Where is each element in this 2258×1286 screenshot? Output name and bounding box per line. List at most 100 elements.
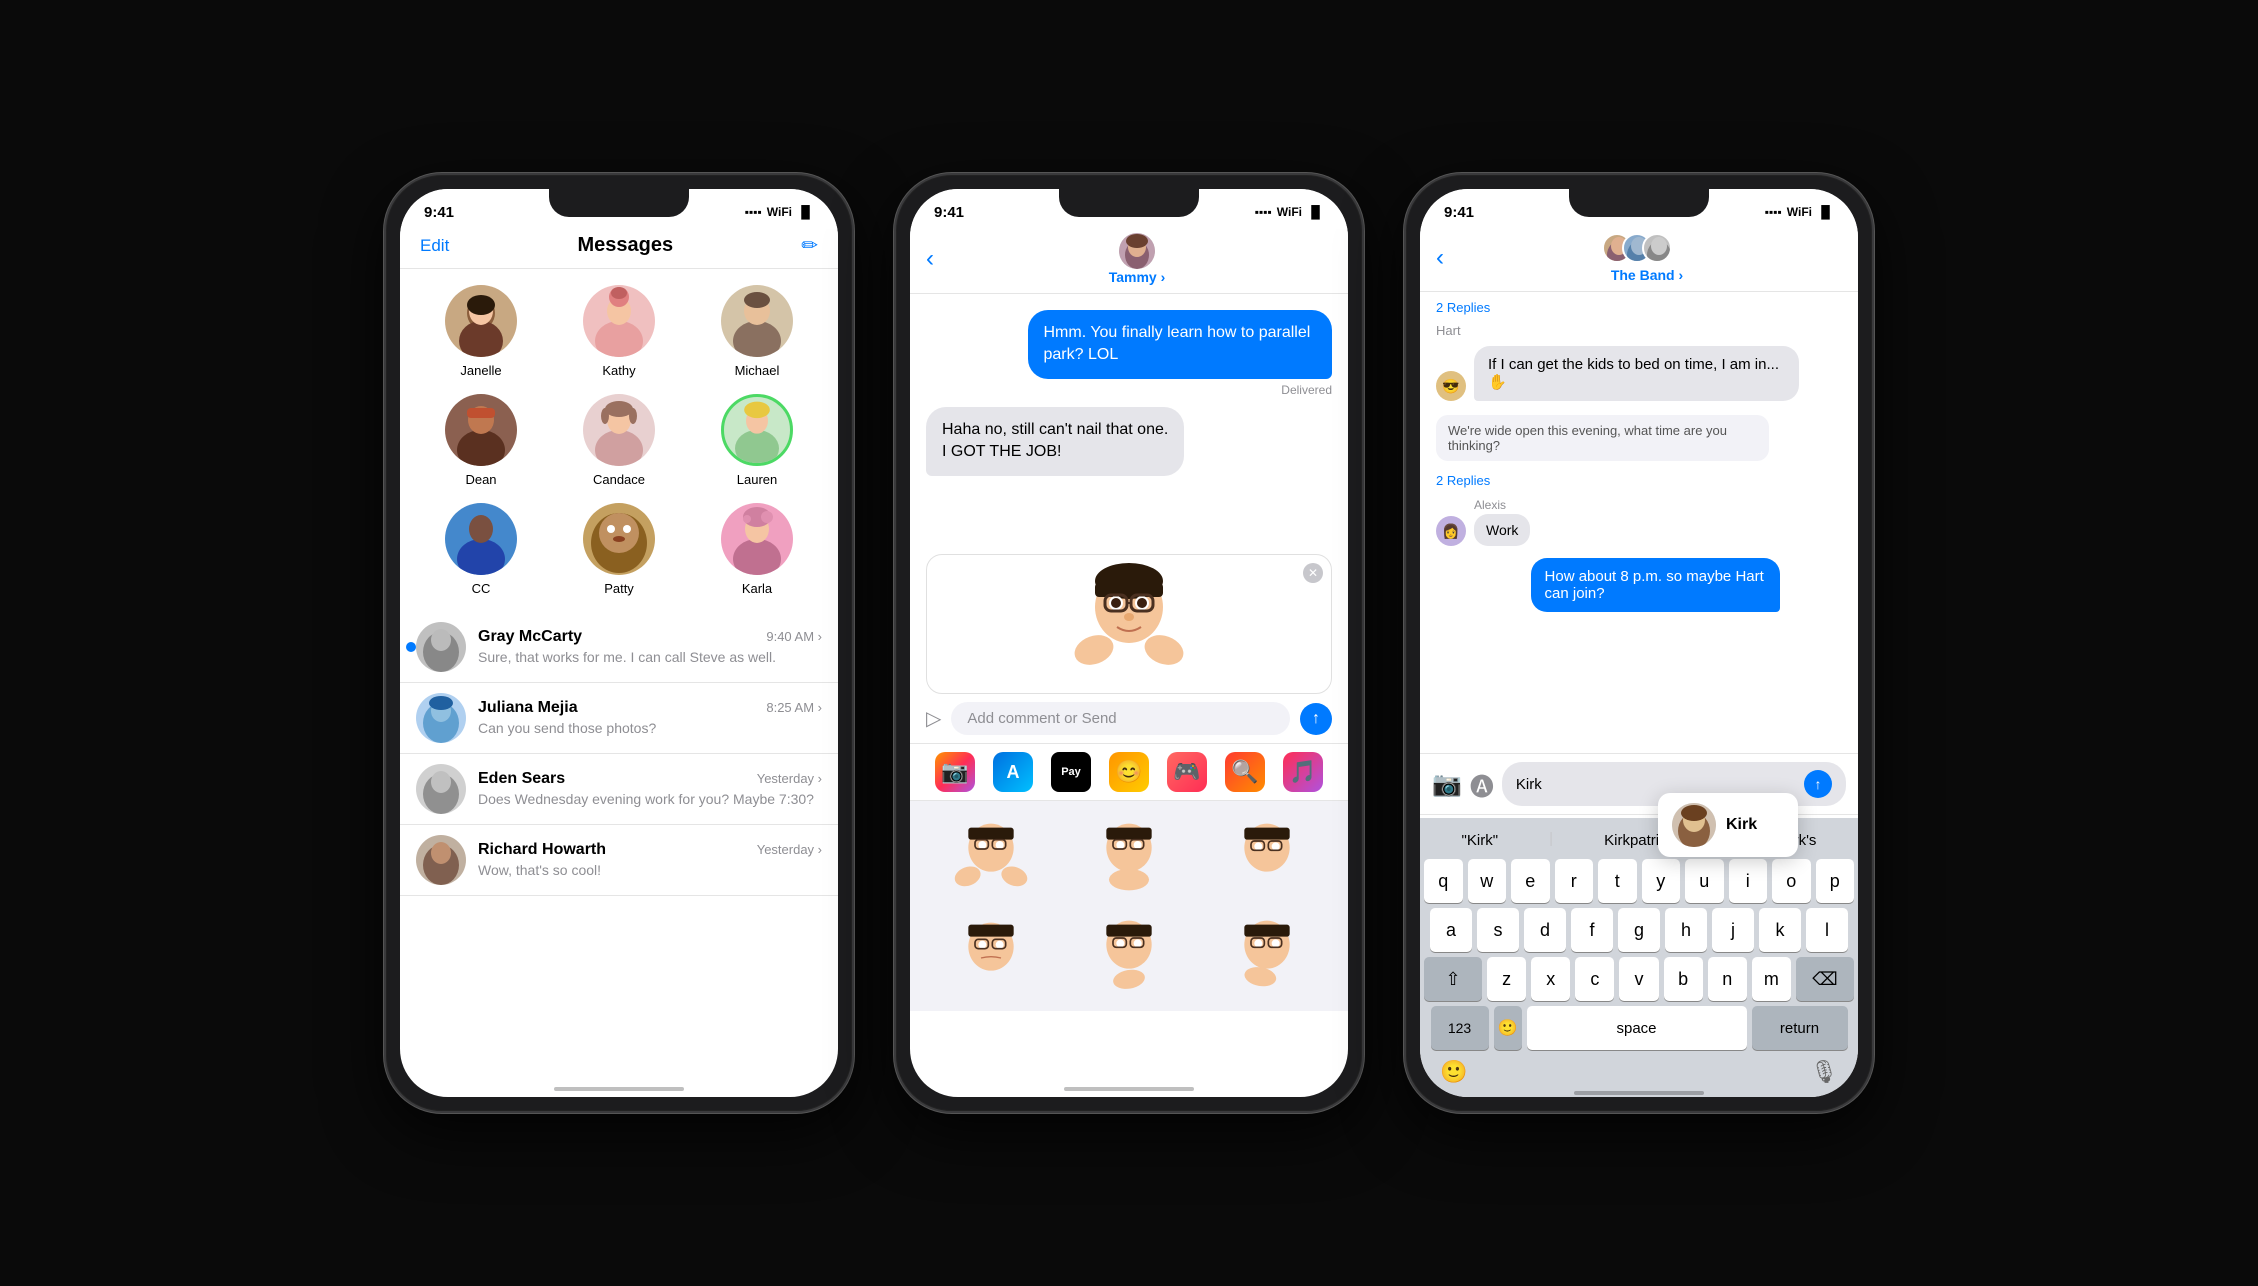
replies-1[interactable]: 2 Replies — [1436, 300, 1842, 315]
memoji-app-icon[interactable]: 😊 — [1109, 752, 1149, 792]
battery-3: ▐▌ — [1817, 205, 1834, 219]
key-e[interactable]: e — [1511, 859, 1550, 903]
key-k[interactable]: k — [1759, 908, 1801, 952]
return-key[interactable]: return — [1752, 1006, 1848, 1050]
phone-1-screen: 9:41 ▪▪▪▪ WiFi ▐▌ Edit Messages ✏ — [400, 189, 838, 1097]
delete-key[interactable]: ⌫ — [1796, 957, 1854, 1001]
msg-item-juliana[interactable]: Juliana Mejia 8:25 AM › Can you send tho… — [400, 683, 838, 754]
compose-button[interactable]: ✏ — [801, 233, 818, 258]
search-app-icon[interactable]: 🔍 — [1225, 752, 1265, 792]
chat-header-center[interactable]: Tammy › — [942, 233, 1332, 285]
msg-item-richard[interactable]: Richard Howarth Yesterday › Wow, that's … — [400, 825, 838, 896]
photos-app-icon[interactable]: 📷 — [935, 752, 975, 792]
back-button-2[interactable]: ‹ — [926, 245, 934, 273]
back-button-3[interactable]: ‹ — [1436, 244, 1444, 272]
contact-karla[interactable]: Karla — [696, 503, 818, 596]
keyboard-3: "Kirk" | Kirkpatrick | Kirk's q w e r t … — [1420, 818, 1858, 1097]
avatar-patty — [583, 503, 655, 575]
mention-name-kirk[interactable]: Kirk — [1726, 816, 1757, 834]
app-bar: 📷 A Pay 😊 🎮 🔍 🎵 — [910, 743, 1348, 801]
replies-2[interactable]: 2 Replies — [1436, 473, 1842, 488]
key-p[interactable]: p — [1816, 859, 1855, 903]
sticker-1[interactable] — [926, 813, 1056, 902]
key-n[interactable]: n — [1708, 957, 1747, 1001]
contact-dean[interactable]: Dean — [420, 394, 542, 487]
keyboard-row-2: a s d f g h j k l — [1424, 908, 1854, 952]
bubble-sent-1: Hmm. You finally learn how to parallel p… — [1028, 310, 1333, 379]
key-j[interactable]: j — [1712, 908, 1754, 952]
key-o[interactable]: o — [1772, 859, 1811, 903]
key-m[interactable]: m — [1752, 957, 1791, 1001]
numbers-key[interactable]: 123 — [1431, 1006, 1489, 1050]
shift-key[interactable]: ⇧ — [1424, 957, 1482, 1001]
autocorrect-1[interactable]: "Kirk" — [1454, 830, 1506, 851]
camera-button-3[interactable]: 📷 — [1432, 770, 1462, 799]
key-f[interactable]: f — [1571, 908, 1613, 952]
apple-pay-icon[interactable]: Pay — [1051, 752, 1091, 792]
contact-candace[interactable]: Candace — [558, 394, 680, 487]
key-x[interactable]: x — [1531, 957, 1570, 1001]
key-w[interactable]: w — [1468, 859, 1507, 903]
key-r[interactable]: r — [1555, 859, 1594, 903]
contact-kathy[interactable]: Kathy — [558, 285, 680, 378]
send-button-2[interactable]: ↑ — [1300, 703, 1332, 735]
signal-3: ▪▪▪▪ — [1765, 205, 1782, 219]
phone-3-screen: 9:41 ▪▪▪▪ WiFi ▐▌ ‹ — [1420, 189, 1858, 1097]
avatar-lauren — [721, 394, 793, 466]
app-store-icon[interactable]: A — [993, 752, 1033, 792]
key-h[interactable]: h — [1665, 908, 1707, 952]
key-y[interactable]: y — [1642, 859, 1681, 903]
key-a[interactable]: a — [1430, 908, 1472, 952]
space-key[interactable]: space — [1527, 1006, 1747, 1050]
contact-name-janelle: Janelle — [460, 363, 501, 378]
sender-alexis: Alexis — [1474, 498, 1530, 512]
key-g[interactable]: g — [1618, 908, 1660, 952]
sticker-4[interactable] — [926, 910, 1056, 999]
avatar-kathy — [583, 285, 655, 357]
expand-button[interactable]: ▷ — [926, 706, 941, 731]
edit-button[interactable]: Edit — [420, 236, 449, 256]
key-c[interactable]: c — [1575, 957, 1614, 1001]
contact-michael[interactable]: Michael — [696, 285, 818, 378]
app-button-3[interactable]: 🅐 — [1470, 767, 1494, 802]
music-app-icon[interactable]: 🎵 — [1283, 752, 1323, 792]
key-l[interactable]: l — [1806, 908, 1848, 952]
sticker-5[interactable] — [1064, 910, 1194, 999]
avatar-michael — [721, 285, 793, 357]
contact-patty[interactable]: Patty — [558, 503, 680, 596]
key-d[interactable]: d — [1524, 908, 1566, 952]
mic-icon[interactable]: 🎙 — [1810, 1059, 1838, 1085]
time-1: 9:41 — [424, 204, 454, 221]
emoji-icon[interactable]: 🙂 — [1440, 1059, 1467, 1085]
msg-time-richard: Yesterday › — [757, 842, 822, 857]
emoji-key[interactable]: 🙂 — [1494, 1006, 1522, 1050]
key-t[interactable]: t — [1598, 859, 1637, 903]
sticker-6[interactable] — [1202, 910, 1332, 999]
contact-lauren[interactable]: Lauren — [696, 394, 818, 487]
close-memoji-button[interactable]: ✕ — [1303, 563, 1323, 583]
key-v[interactable]: v — [1619, 957, 1658, 1001]
sticker-2[interactable] — [1064, 813, 1194, 902]
game-app-icon[interactable]: 🎮 — [1167, 752, 1207, 792]
sticker-3[interactable] — [1202, 813, 1332, 902]
phone-3: 9:41 ▪▪▪▪ WiFi ▐▌ ‹ — [1404, 173, 1874, 1113]
msg-preview-gray: Sure, that works for me. I can call Stev… — [478, 648, 822, 666]
battery-icon-1: ▐▌ — [797, 205, 814, 219]
key-q[interactable]: q — [1424, 859, 1463, 903]
delivered-label: Delivered — [926, 383, 1332, 397]
messages-header: Edit Messages ✏ — [400, 229, 838, 269]
contact-cc[interactable]: CC — [420, 503, 542, 596]
msg-item-gray[interactable]: Gray McCarty 9:40 AM › Sure, that works … — [400, 612, 838, 683]
signal-icon-1: ▪▪▪▪ — [745, 205, 762, 219]
key-u[interactable]: u — [1685, 859, 1724, 903]
comment-input[interactable]: Add comment or Send — [951, 702, 1290, 735]
key-b[interactable]: b — [1664, 957, 1703, 1001]
msg-item-eden[interactable]: Eden Sears Yesterday › Does Wednesday ev… — [400, 754, 838, 825]
contact-janelle[interactable]: Janelle — [420, 285, 542, 378]
send-button-3[interactable]: ↑ — [1804, 770, 1832, 798]
key-s[interactable]: s — [1477, 908, 1519, 952]
key-i[interactable]: i — [1729, 859, 1768, 903]
key-z[interactable]: z — [1487, 957, 1526, 1001]
memoji-preview — [1069, 555, 1189, 694]
time-3: 9:41 — [1444, 204, 1474, 221]
